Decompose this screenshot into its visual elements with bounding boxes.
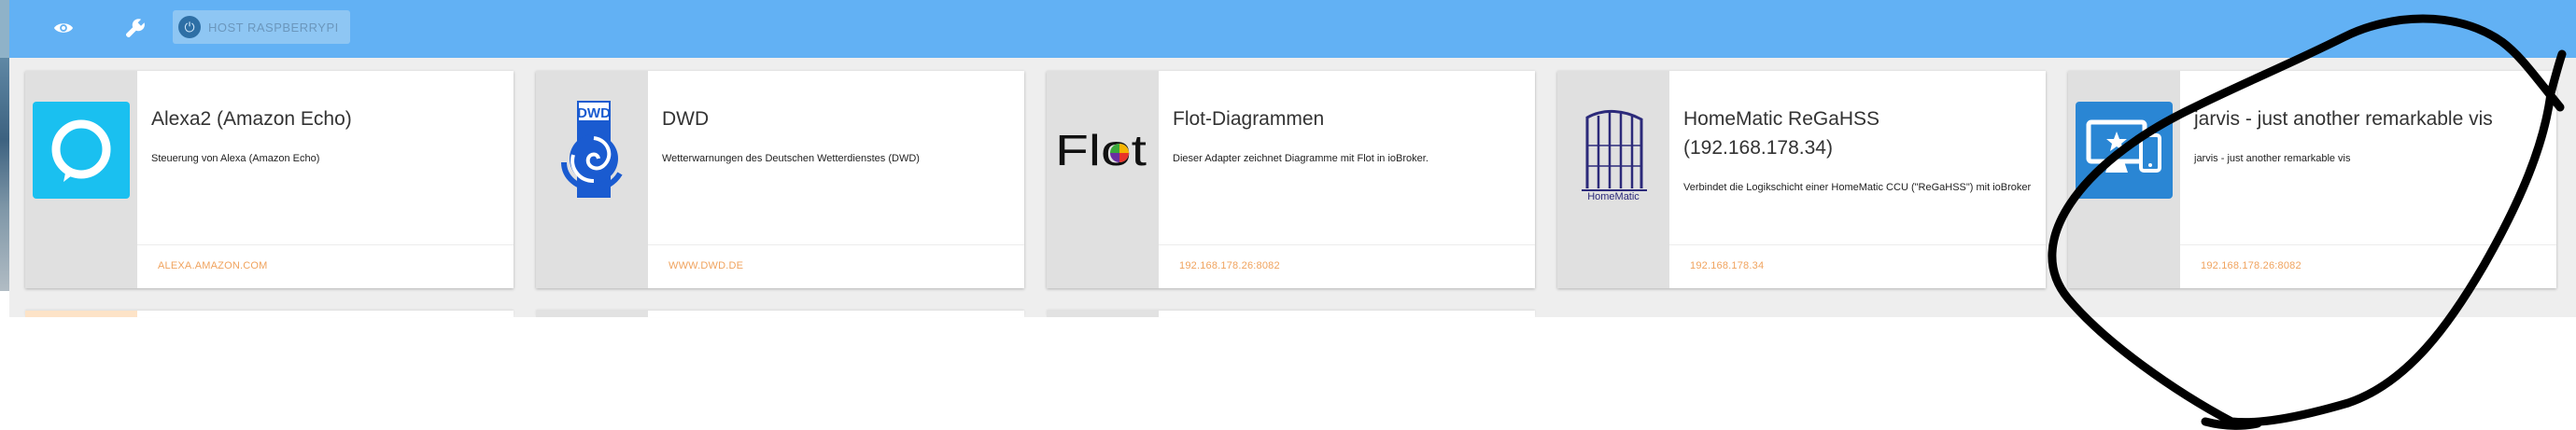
adapter-link[interactable]: WWW.DWD.DE [669, 260, 743, 271]
homematic-logo: HomeMatic [1557, 99, 1669, 201]
adapter-card-jarvis[interactable]: jarvis - just another remarkable vis jar… [2068, 71, 2556, 288]
adapter-link[interactable]: 192.168.178.26:8082 [2201, 260, 2302, 271]
flot-logo-text: Flot [1055, 126, 1147, 174]
adapter-description: Dieser Adapter zeichnet Diagramme mit Fl… [1173, 153, 1429, 164]
adapter-thumb [25, 311, 137, 317]
adapter-card-partial[interactable] [25, 311, 514, 317]
adapter-card-partial[interactable] [536, 311, 1024, 317]
host-selector[interactable]: ⏻ HOST RASPBERRYPI [173, 10, 350, 44]
adapter-description: jarvis - just another remarkable vis [2194, 153, 2351, 164]
top-toolbar: ⏻ HOST RASPBERRYPI [0, 0, 2576, 58]
adapter-link[interactable]: 192.168.178.26:8082 [1179, 260, 1280, 271]
dwd-logo: DWD [536, 99, 648, 201]
power-icon: ⏻ [178, 16, 201, 38]
adapter-thumb [1047, 311, 1159, 317]
adapter-title: Flot-Diagrammen [1173, 108, 1325, 130]
iobroker-adapter-page: ⏻ HOST RASPBERRYPI Alexa2 (Amazon Echo) … [0, 0, 2576, 430]
card-divider [137, 244, 514, 245]
dwd-logo-text: DWD [577, 105, 611, 121]
eye-icon[interactable] [45, 9, 82, 47]
jarvis-logo [2068, 99, 2180, 201]
adapter-title: DWD [662, 108, 710, 130]
card-divider [1159, 244, 1535, 245]
alexa-logo [25, 99, 137, 201]
card-divider [648, 244, 1024, 245]
adapter-card-partial[interactable] [1047, 311, 1535, 317]
card-divider [1669, 244, 2046, 245]
adapter-description: Steuerung von Alexa (Amazon Echo) [151, 153, 320, 164]
adapter-title: HomeMatic ReGaHSS (192.168.178.34) [1683, 108, 1880, 159]
adapter-card-homematic-regahss[interactable]: HomeMatic HomeMatic ReGaHSS (192.168.178… [1557, 71, 2046, 288]
homematic-logo-text: HomeMatic [1587, 191, 1640, 201]
background-edge [0, 0, 9, 58]
host-label: HOST RASPBERRYPI [208, 20, 339, 35]
flot-logo: Flot [1047, 99, 1159, 201]
adapter-link[interactable]: 192.168.178.34 [1690, 260, 1764, 271]
adapter-card-alexa2[interactable]: Alexa2 (Amazon Echo) Steuerung von Alexa… [25, 71, 514, 288]
adapter-title: jarvis - just another remarkable vis [2194, 108, 2493, 130]
wrench-icon[interactable] [117, 9, 154, 47]
adapter-title: Alexa2 (Amazon Echo) [151, 108, 352, 130]
adapter-card-flot[interactable]: Flot Flot-Diagrammen Dieser Adapter zeic… [1047, 71, 1535, 288]
adapter-description: Verbindet die Logikschicht einer HomeMat… [1683, 182, 2032, 193]
adapter-description: Wetterwarnungen des Deutschen Wetterdien… [662, 153, 920, 164]
adapter-card-dwd[interactable]: DWD DWD Wetterwarnungen des Deutschen We… [536, 71, 1024, 288]
adapter-thumb [536, 311, 648, 317]
adapter-link[interactable]: ALEXA.AMAZON.COM [158, 260, 268, 271]
card-divider [2180, 244, 2556, 245]
